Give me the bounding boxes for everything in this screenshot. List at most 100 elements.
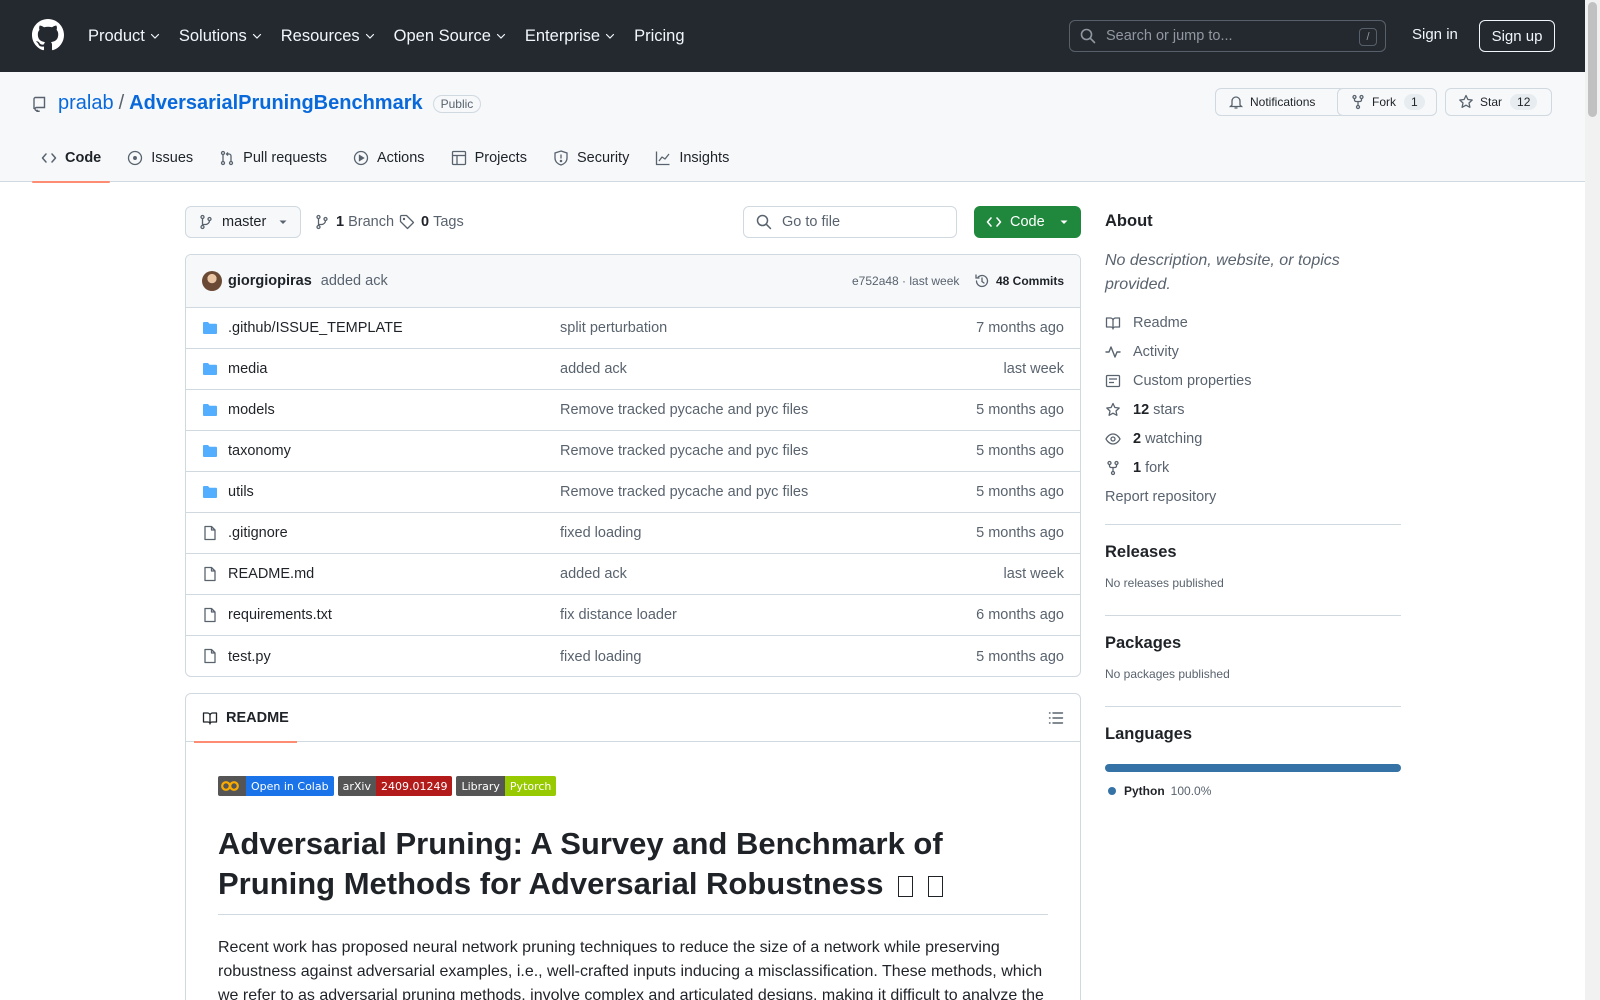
readme-tab-label: README [226,710,289,726]
badge-value: Pytorch [504,776,557,796]
readme-badge[interactable]: arXiv 2409.01249 [337,776,453,796]
repo-owner-link[interactable]: pralab [58,92,114,115]
file-name-link[interactable]: requirements.txt [228,607,332,623]
file-commit-date: 5 months ago [976,402,1064,418]
fork-button[interactable]: Fork 1 [1337,88,1437,116]
go-to-file-input[interactable]: Go to file [743,206,957,238]
history-icon [974,273,996,289]
commits-count: 48 Commits [996,274,1065,288]
tab-issues[interactable]: Issues [118,134,202,182]
sign-in-link[interactable]: Sign in [1412,26,1458,43]
releases-title[interactable]: Releases [1105,543,1401,562]
tab-code[interactable]: Code [32,134,111,183]
file-icon [202,648,218,664]
file-icon [202,566,218,582]
tab-label: Actions [377,150,425,166]
readme-badge[interactable]: Library Pytorch [456,776,557,796]
readme-link[interactable]: Readme [1105,313,1401,332]
branches-link[interactable]: 1 Branch [314,214,394,230]
commit-author-link[interactable]: giorgiopiras [228,273,312,289]
scrollbar-thumb[interactable] [1588,2,1597,117]
missing-glyph-box [898,876,914,897]
readme-badge[interactable]: Open in Colab [218,776,334,796]
actions-icon [353,150,377,166]
table-of-contents-icon[interactable] [1048,710,1064,726]
tab-pull-requests[interactable]: Pull requests [210,134,336,182]
table-row[interactable]: media added ack last week [186,349,1080,390]
fork-icon [1350,94,1372,110]
eye-icon [1105,431,1133,447]
tags-link[interactable]: 0 Tags [399,214,464,230]
nav-resources[interactable]: Resources [281,27,376,46]
folder-icon [202,402,218,418]
branch-label: Branch [348,214,395,230]
nav-label: Product [88,26,145,45]
page-scrollbar[interactable] [1585,0,1600,1000]
nav-pricing[interactable]: Pricing [634,27,684,46]
nav-enterprise[interactable]: Enterprise [525,27,616,46]
stars-link[interactable]: 12 stars [1105,400,1401,419]
table-row[interactable]: taxonomy Remove tracked pycache and pyc f… [186,431,1080,472]
table-row[interactable]: .gitignore fixed loading 5 months ago [186,513,1080,554]
file-name-link[interactable]: media [228,361,268,377]
star-button[interactable]: Star 12 [1445,88,1552,116]
table-row[interactable]: models Remove tracked pycache and pyc fil… [186,390,1080,431]
commits-history-link[interactable]: 48 Commits [974,273,1064,289]
file-name-link[interactable]: .gitignore [228,525,288,541]
search-input[interactable]: Search or jump to... / [1069,20,1386,52]
tab-security[interactable]: Security [544,134,638,182]
global-header: Product Solutions Resources Open Source Ente… [0,0,1600,72]
nav-open-source[interactable]: Open Source [394,27,507,46]
file-commit-message-link[interactable]: Remove tracked pycache and pyc files [560,402,808,418]
nav-solutions[interactable]: Solutions [179,27,263,46]
report-repository-link[interactable]: Report repository [1105,487,1401,506]
sign-up-button[interactable]: Sign up [1479,20,1555,52]
tab-projects[interactable]: Projects [442,134,536,182]
branch-selector[interactable]: master [185,206,301,238]
file-name-link[interactable]: utils [228,484,254,500]
commit-hash-link[interactable]: e752a48 · last week [852,274,959,288]
file-name-link[interactable]: taxonomy [228,443,291,459]
commit-message-link[interactable]: added ack [321,273,388,289]
nav-product[interactable]: Product [88,27,161,46]
file-commit-message-link[interactable]: Remove tracked pycache and pyc files [560,443,808,459]
custom-properties-link[interactable]: Custom properties [1105,371,1401,390]
table-row[interactable]: README.md added ack last week [186,554,1080,595]
tab-actions[interactable]: Actions [344,134,434,182]
file-commit-message-link[interactable]: Remove tracked pycache and pyc files [560,484,808,500]
activity-link[interactable]: Activity [1105,342,1401,361]
table-row[interactable]: utils Remove tracked pycache and pyc file… [186,472,1080,513]
slash-shortcut-key: / [1359,28,1377,46]
file-name-link[interactable]: test.py [228,649,271,665]
repo-name-link[interactable]: AdversarialPruningBenchmark [129,92,422,115]
tab-insights[interactable]: Insights [646,134,738,182]
table-row[interactable]: requirements.txt fix distance loader 6 mon… [186,595,1080,636]
packages-title[interactable]: Packages [1105,634,1401,653]
table-row[interactable]: test.py fixed loading 5 months ago [186,636,1080,676]
file-commit-message-link[interactable]: fix distance loader [560,607,677,623]
language-item[interactable]: Python 100.0% [1105,784,1401,798]
readme-tab[interactable]: README [194,694,297,743]
forks-link[interactable]: 1 fork [1105,458,1401,477]
file-name-link[interactable]: models [228,402,275,418]
file-name-link[interactable]: .github/ISSUE_TEMPLATE [228,320,403,336]
nav-label: Resources [280,26,360,45]
avatar[interactable] [202,271,222,291]
repo-title: pralab / AdversarialPruningBenchmark Pub… [32,92,482,115]
fork-label: Fork [1372,95,1396,109]
file-commit-message-link[interactable]: added ack [560,566,627,582]
file-commit-message-link[interactable]: added ack [560,361,627,377]
file-commit-message-link[interactable]: fixed loading [560,649,641,665]
file-name-link[interactable]: README.md [228,566,314,582]
github-logo-icon[interactable] [32,19,64,51]
table-row[interactable]: .github/ISSUE_TEMPLATE split perturbation… [186,308,1080,349]
badge-left: arXiv [337,776,376,796]
star-icon [1105,402,1133,418]
watching-link[interactable]: 2 watching [1105,429,1401,448]
notifications-button[interactable]: Notifications [1215,88,1346,116]
chevron-down-icon [278,217,296,227]
book-icon [202,710,226,726]
file-commit-message-link[interactable]: split perturbation [560,320,667,336]
code-dropdown-button[interactable]: Code [974,206,1081,238]
file-commit-message-link[interactable]: fixed loading [560,525,641,541]
